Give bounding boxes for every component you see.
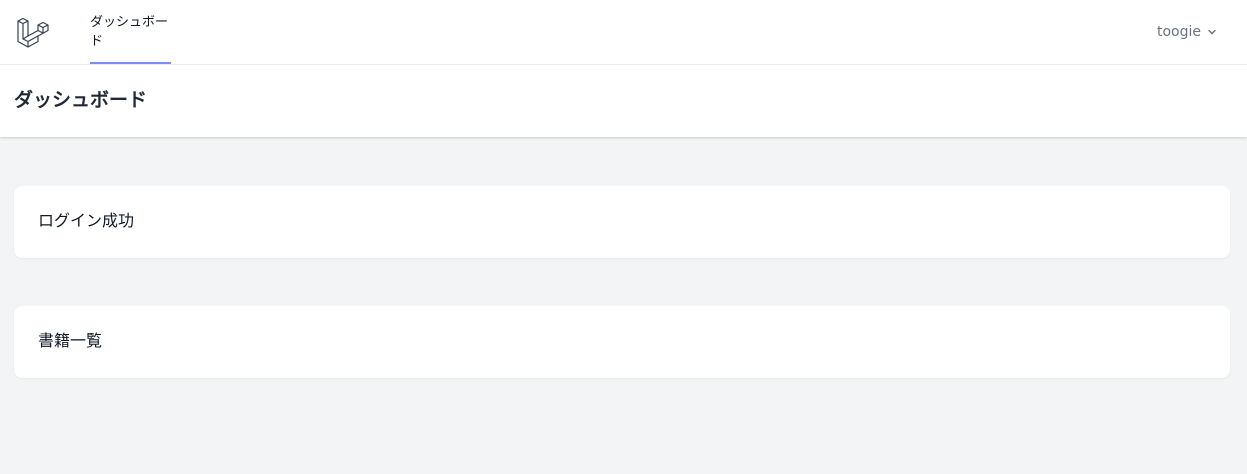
nav-dashboard-link[interactable]: ダッシュボード bbox=[90, 0, 171, 64]
user-menu-button[interactable]: toogie bbox=[1157, 0, 1217, 64]
user-name: toogie bbox=[1156, 24, 1201, 40]
login-success-message: ログイン成功 bbox=[38, 211, 135, 230]
laravel-logo-icon[interactable] bbox=[16, 15, 50, 49]
login-success-card: ログイン成功 bbox=[14, 186, 1230, 258]
book-list-label: 書籍一覧 bbox=[38, 331, 103, 350]
top-navigation: ダッシュボード toogie bbox=[0, 0, 1247, 65]
page-title: ダッシュボード bbox=[14, 89, 148, 111]
page-header: ダッシュボード bbox=[0, 65, 1247, 137]
book-list-card: 書籍一覧 bbox=[14, 306, 1230, 378]
chevron-down-icon bbox=[1208, 29, 1216, 35]
